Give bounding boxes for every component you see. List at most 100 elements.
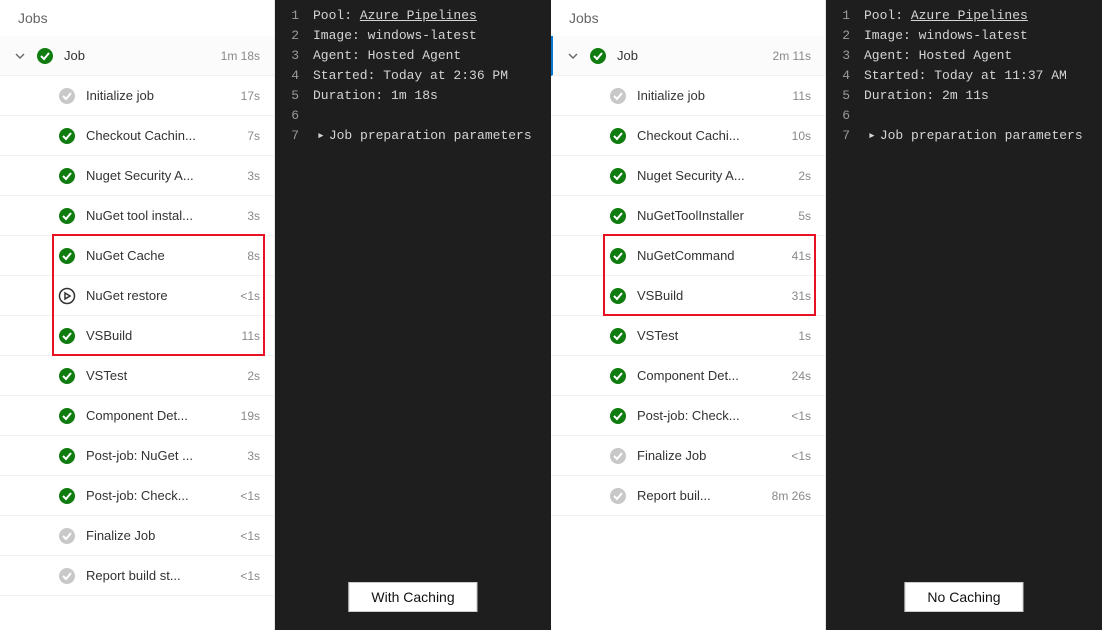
task-row[interactable]: Checkout Cachin...7s	[0, 116, 274, 156]
task-duration: 8m 26s	[772, 489, 811, 503]
log-duration: Duration: 2m 11s	[864, 87, 1094, 105]
task-duration: <1s	[791, 449, 811, 463]
task-duration: 5s	[798, 209, 811, 223]
task-row[interactable]: Initialize job 11s	[551, 76, 825, 116]
task-list-left: Initialize job17sCheckout Cachin...7sNug…	[0, 76, 274, 596]
task-label: NuGetCommand	[637, 248, 776, 263]
job-row[interactable]: Job 2m 11s	[551, 36, 825, 76]
caption-no-caching: No Caching	[904, 582, 1023, 612]
task-list-right: Initialize job11sCheckout Cachi...10sNug…	[551, 76, 825, 516]
log-prep[interactable]: Job preparation parameters	[880, 127, 1094, 145]
task-row[interactable]: Post-job: NuGet ...3s	[0, 436, 274, 476]
task-duration: 31s	[792, 289, 811, 303]
task-duration: 17s	[241, 89, 260, 103]
task-row[interactable]: NuGet restore <1s	[0, 276, 274, 316]
task-duration: 1s	[798, 329, 811, 343]
task-row[interactable]: VSBuild31s	[551, 276, 825, 316]
pool-link[interactable]: Azure Pipelines	[911, 8, 1028, 23]
task-row[interactable]: Post-job: Check...<1s	[551, 396, 825, 436]
log-image: Image: windows-latest	[313, 27, 543, 45]
task-row[interactable]: Post-job: Check...<1s	[0, 476, 274, 516]
pool-link[interactable]: Azure Pipelines	[360, 8, 477, 23]
job-row[interactable]: Job 1m 18s	[0, 36, 274, 76]
task-row[interactable]: Component Det...24s	[551, 356, 825, 396]
task-row[interactable]: VSTest2s	[0, 356, 274, 396]
task-label: Finalize Job	[86, 528, 224, 543]
right-side: Jobs Job 2m 11s Initialize job 11s Checkou…	[551, 0, 1102, 630]
neutral-icon	[609, 487, 627, 505]
chevron-down-icon[interactable]	[14, 50, 26, 62]
task-row[interactable]: VSBuild 11s	[0, 316, 274, 356]
task-label: NuGet Cache	[86, 248, 231, 263]
task-row[interactable]: Finalize Job <1s	[0, 516, 274, 556]
task-duration: 3s	[247, 449, 260, 463]
jobs-header: Jobs	[551, 0, 825, 36]
log-started: Started: Today at 2:36 PM	[313, 67, 543, 85]
success-icon	[589, 47, 607, 65]
neutral-icon	[609, 87, 627, 105]
task-duration: 19s	[241, 409, 260, 423]
task-row[interactable]: Report build st...<1s	[0, 556, 274, 596]
left-side: Jobs Job 1m 18s Initialize job17sCheckou…	[0, 0, 551, 630]
success-icon	[58, 487, 76, 505]
success-icon	[609, 327, 627, 345]
task-row[interactable]: Nuget Security A... 3s	[0, 156, 274, 196]
neutral-icon	[58, 567, 76, 585]
task-row[interactable]: VSTest 1s	[551, 316, 825, 356]
task-label: Checkout Cachin...	[86, 128, 231, 143]
success-icon	[36, 47, 54, 65]
caption-with-caching: With Caching	[348, 582, 477, 612]
task-duration: 3s	[247, 169, 260, 183]
task-label: VSBuild	[86, 328, 226, 343]
log-agent: Agent: Hosted Agent	[864, 47, 1094, 65]
success-icon	[58, 167, 76, 185]
success-icon	[58, 447, 76, 465]
task-duration: 2s	[798, 169, 811, 183]
task-row[interactable]: Report buil... 8m 26s	[551, 476, 825, 516]
task-row[interactable]: NuGet Cache8s	[0, 236, 274, 276]
success-icon	[609, 207, 627, 225]
task-row[interactable]: NuGetToolInstaller 5s	[551, 196, 825, 236]
success-icon	[58, 327, 76, 345]
task-label: Report build st...	[86, 568, 224, 583]
log-image: Image: windows-latest	[864, 27, 1094, 45]
expand-arrow-icon[interactable]: ▸	[317, 127, 325, 145]
task-label: VSTest	[637, 328, 782, 343]
task-label: Component Det...	[637, 368, 776, 383]
job-label: Job	[617, 48, 757, 63]
task-label: NuGet restore	[86, 288, 224, 303]
log-prep[interactable]: Job preparation parameters	[329, 127, 543, 145]
task-duration: 3s	[247, 209, 260, 223]
task-label: Component Det...	[86, 408, 225, 423]
success-icon	[609, 127, 627, 145]
task-duration: 11s	[242, 329, 260, 343]
task-duration: <1s	[240, 289, 260, 303]
log-panel-left: 1Pool: Azure Pipelines 2Image: windows-l…	[275, 0, 551, 630]
task-label: Report buil...	[637, 488, 756, 503]
skipped-icon	[58, 287, 76, 305]
task-duration: 11s	[793, 89, 811, 103]
task-row[interactable]: NuGetCommand41s	[551, 236, 825, 276]
task-row[interactable]: Initialize job17s	[0, 76, 274, 116]
chevron-down-icon[interactable]	[567, 50, 579, 62]
expand-arrow-icon[interactable]: ▸	[868, 127, 876, 145]
task-label: Nuget Security A...	[86, 168, 231, 183]
task-row[interactable]: Component Det... 19s	[0, 396, 274, 436]
task-duration: <1s	[240, 529, 260, 543]
task-label: NuGetToolInstaller	[637, 208, 782, 223]
log-started: Started: Today at 11:37 AM	[864, 67, 1094, 85]
success-icon	[609, 367, 627, 385]
task-label: Initialize job	[637, 88, 777, 103]
task-label: Nuget Security A...	[637, 168, 782, 183]
task-row[interactable]: Nuget Security A... 2s	[551, 156, 825, 196]
task-duration: 10s	[792, 129, 811, 143]
task-duration: <1s	[791, 409, 811, 423]
task-row[interactable]: Checkout Cachi...10s	[551, 116, 825, 156]
log-agent: Agent: Hosted Agent	[313, 47, 543, 65]
job-label: Job	[64, 48, 205, 63]
task-row[interactable]: Finalize Job<1s	[551, 436, 825, 476]
neutral-icon	[58, 87, 76, 105]
neutral-icon	[58, 527, 76, 545]
task-row[interactable]: NuGet tool instal...3s	[0, 196, 274, 236]
log-pool-label: Pool:	[864, 8, 911, 23]
